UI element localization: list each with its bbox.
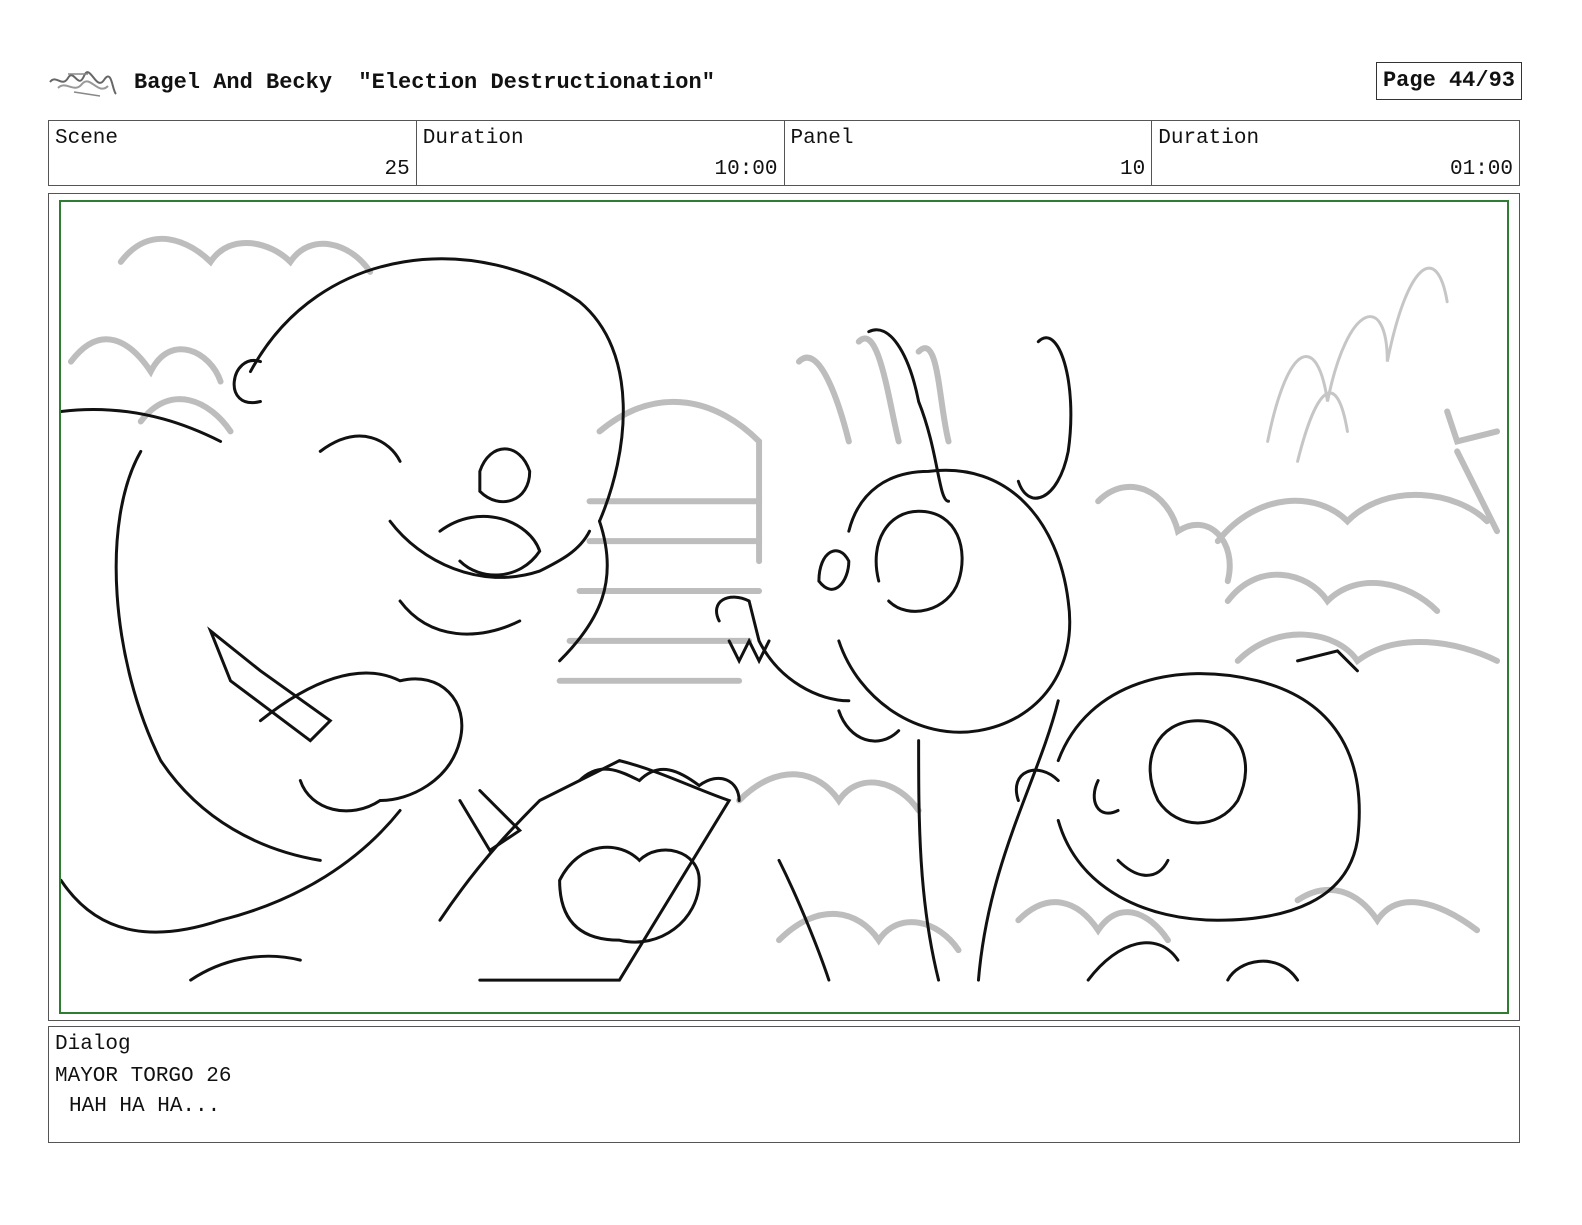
scene-duration-label: Duration	[422, 127, 524, 150]
scene-label: Scene	[55, 127, 119, 150]
panel-duration-label: Duration	[1158, 127, 1260, 150]
scene-duration-cell: Duration 10:00	[417, 121, 785, 185]
panel-cell: Panel 10	[785, 121, 1153, 185]
panel-value: 10	[1120, 158, 1146, 181]
scribble-logo-icon	[49, 71, 117, 97]
dialog-speaker: MAYOR TORGO 26	[55, 1065, 232, 1088]
storyboard-panel	[48, 193, 1520, 1021]
panel-label: Panel	[790, 127, 854, 150]
scene-duration-value: 10:00	[714, 158, 778, 181]
show-title: Bagel And Becky "Election Destructionati…	[134, 70, 715, 95]
panel-duration-cell: Duration 01:00	[1152, 121, 1519, 185]
scene-value: 25	[384, 158, 410, 181]
dialog-box: Dialog MAYOR TORGO 26 HAH HA HA...	[48, 1026, 1520, 1143]
dialog-line: HAH HA HA...	[69, 1095, 221, 1118]
scene-cell: Scene 25	[49, 121, 417, 185]
safe-area-frame	[59, 200, 1509, 1014]
storyboard-sketch	[61, 235, 1501, 982]
page-number: Page 44/93	[1375, 62, 1522, 100]
scene-info-bar: Scene 25 Duration 10:00 Panel 10 Duratio…	[48, 120, 1520, 186]
page-header: Bagel And Becky "Election Destructionati…	[48, 62, 1522, 104]
panel-duration-value: 01:00	[1449, 158, 1513, 181]
dialog-label: Dialog	[55, 1033, 131, 1056]
